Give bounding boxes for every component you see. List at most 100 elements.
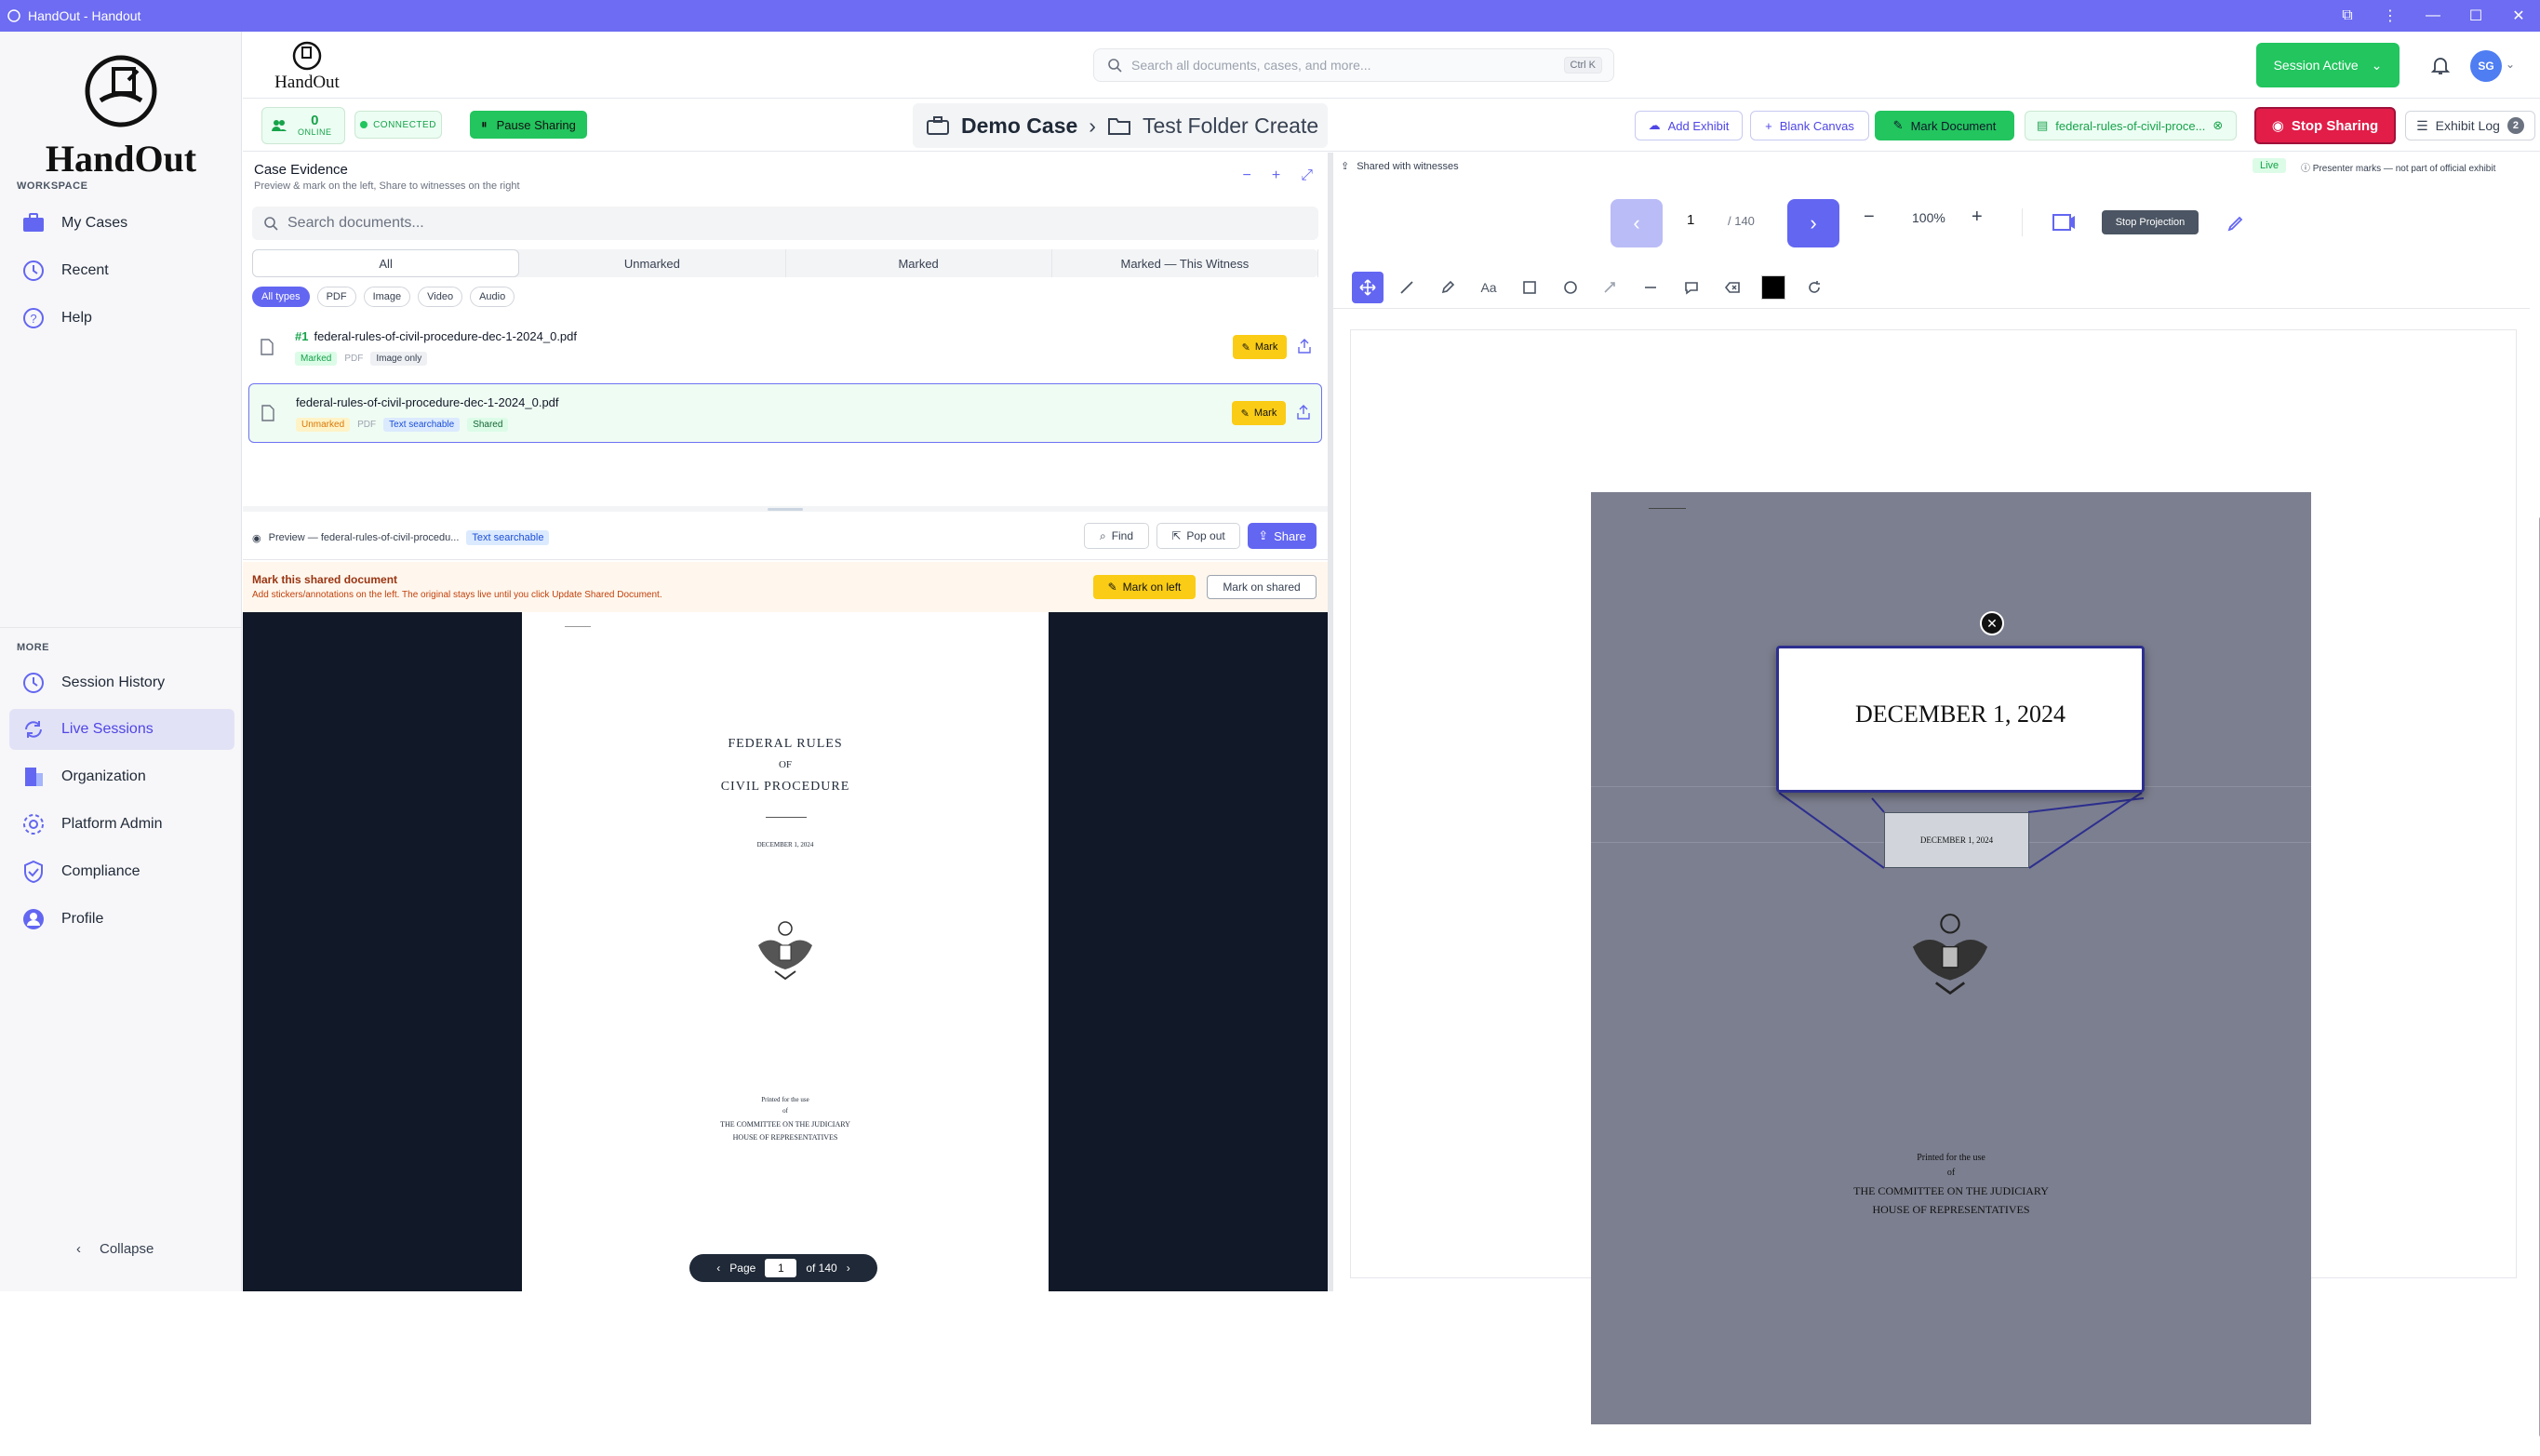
mark-on-left-button[interactable]: ✎ Mark on left (1093, 575, 1196, 599)
minus-icon[interactable]: − (1243, 167, 1251, 184)
mark-button[interactable]: ✎ Mark (1232, 401, 1286, 425)
status-badge: Marked (295, 352, 338, 366)
page-number-input[interactable]: 1 (765, 1259, 797, 1277)
zoom-level: 100% (1912, 210, 1945, 225)
session-active-dropdown[interactable]: Session Active ⌄ (2256, 43, 2400, 87)
expand-icon[interactable]: ⤢ (1301, 167, 1313, 184)
exhibit-chip[interactable]: ▤ federal-rules-of-civil-proce... ⊗ (2025, 111, 2237, 140)
filter-audio[interactable]: Audio (470, 287, 515, 307)
magnified-region[interactable]: DECEMBER 1, 2024 (1884, 812, 2029, 868)
pause-icon: ⏸ (481, 117, 488, 131)
breadcrumb-folder[interactable]: Test Folder Create (1143, 114, 1318, 139)
plus-icon[interactable]: + (1272, 167, 1280, 184)
breadcrumb-case[interactable]: Demo Case (961, 114, 1077, 139)
sidebar-item-profile[interactable]: Profile (9, 899, 234, 940)
chevron-down-icon[interactable]: ⌄ (2506, 58, 2515, 71)
line-tool[interactable] (1635, 272, 1666, 303)
filter-image[interactable]: Image (363, 287, 411, 307)
circle-tool[interactable] (1555, 272, 1586, 303)
close-magnifier-button[interactable]: ✕ (1980, 611, 2004, 635)
minimize-button[interactable]: — (2412, 0, 2454, 32)
sidebar-item-organization[interactable]: Organization (9, 756, 234, 797)
help-circle-icon: ? (23, 308, 44, 328)
sidebar-item-platform-admin[interactable]: Platform Admin (9, 804, 234, 845)
mark-document-label: Mark Document (1910, 118, 1997, 133)
move-icon (1359, 279, 1376, 296)
chevron-left-icon: ‹ (1633, 211, 1640, 234)
more-vertical-icon[interactable]: ⋮ (2369, 0, 2412, 32)
mark-on-shared-button[interactable]: Mark on shared (1207, 575, 1317, 599)
document-search-input[interactable]: Search documents... (252, 207, 1318, 240)
highlighter-tool[interactable] (1432, 272, 1464, 303)
global-search-input[interactable]: Search all documents, cases, and more...… (1093, 48, 1614, 82)
refresh-icon (25, 721, 42, 738)
sidebar-item-label: Profile (61, 911, 104, 927)
rectangle-tool[interactable] (1514, 272, 1545, 303)
file-icon (261, 405, 274, 421)
avatar[interactable]: SG (2470, 50, 2502, 82)
tab-marked[interactable]: Marked (786, 249, 1052, 277)
add-exhibit-button[interactable]: ☁ Add Exhibit (1635, 111, 1743, 140)
pencil-icon[interactable] (2226, 214, 2245, 233)
list-item[interactable]: federal-rules-of-civil-procedure-dec-1-2… (248, 383, 1322, 443)
next-page-button[interactable]: › (1787, 199, 1839, 247)
comment-tool[interactable] (1676, 272, 1707, 303)
drag-grip-icon (768, 508, 803, 511)
document-tags: Unmarked PDF Text searchable Shared (296, 418, 509, 432)
sidebar-item-help[interactable]: ? Help (9, 298, 234, 339)
share-icon[interactable] (1298, 339, 1311, 354)
zoom-out-button[interactable]: − (1864, 207, 1875, 228)
close-button[interactable]: ✕ (2497, 0, 2540, 32)
shared-page-input[interactable]: 1 (1687, 212, 1694, 228)
move-tool[interactable] (1352, 272, 1384, 303)
zoom-in-button[interactable]: + (1972, 207, 1983, 228)
mark-document-button[interactable]: ✎ Mark Document (1875, 111, 2014, 140)
projection-canvas[interactable]: Printed for the use of THE COMMITTEE ON … (1350, 329, 2540, 1437)
stop-sharing-button[interactable]: ◉ Stop Sharing (2254, 107, 2396, 144)
chevron-right-icon[interactable]: › (847, 1262, 850, 1275)
tab-unmarked[interactable]: Unmarked (519, 249, 786, 277)
bell-icon[interactable] (2429, 54, 2452, 76)
arrow-tool[interactable] (1594, 272, 1625, 303)
reset-tool[interactable] (1798, 272, 1830, 303)
text-tool[interactable]: Aa (1473, 272, 1504, 303)
magnifier-callout[interactable]: DECEMBER 1, 2024 (1776, 646, 2145, 793)
pen-tool[interactable] (1391, 272, 1423, 303)
filter-video[interactable]: Video (418, 287, 463, 307)
filter-all-types[interactable]: All types (252, 287, 310, 307)
list-item[interactable]: #1 federal-rules-of-civil-procedure-dec-1… (248, 318, 1322, 378)
eraser-tool[interactable] (1717, 272, 1748, 303)
mark-button[interactable]: ✎ Mark (1233, 335, 1287, 359)
projector-icon[interactable] (2052, 212, 2076, 233)
handout-logo[interactable]: HandOut (37, 52, 205, 182)
share-button[interactable]: ⇪ Share (1248, 523, 1317, 549)
tab-all[interactable]: All (252, 249, 520, 277)
sidebar-item-session-history[interactable]: Session History (9, 662, 234, 703)
share-icon[interactable] (1297, 405, 1310, 420)
stop-projection-button[interactable]: Stop Projection (2102, 210, 2199, 234)
pause-sharing-button[interactable]: ⏸ Pause Sharing (470, 111, 587, 139)
sidebar-item-recent[interactable]: Recent (9, 250, 234, 291)
extension-icon[interactable]: ⧉ (2326, 0, 2369, 32)
tab-marked-this-witness[interactable]: Marked — This Witness (1052, 249, 1318, 277)
color-picker[interactable] (1758, 272, 1789, 303)
chevron-left-icon[interactable]: ‹ (716, 1262, 720, 1275)
sidebar-item-live-sessions[interactable]: Live Sessions (9, 709, 234, 750)
find-button[interactable]: ⌕ Find (1084, 523, 1149, 549)
close-circle-icon[interactable]: ⊗ (2212, 118, 2223, 133)
maximize-button[interactable]: ☐ (2454, 0, 2497, 32)
collapse-button[interactable]: ‹ Collapse (76, 1241, 154, 1257)
gear-icon (23, 814, 44, 835)
document-preview-viewer[interactable]: FEDERAL RULES OF CIVIL PROCEDURE DECEMBE… (243, 612, 1328, 1291)
header-logo[interactable]: HandOut (265, 39, 349, 92)
filter-pdf[interactable]: PDF (316, 287, 356, 307)
exhibit-log-button[interactable]: ☰ Exhibit Log 2 (2405, 111, 2535, 140)
resize-handle[interactable] (243, 506, 1328, 512)
previous-page-button[interactable]: ‹ (1611, 199, 1663, 247)
sidebar-item-label: My Cases (61, 215, 128, 231)
pop-out-button[interactable]: ⇱ Pop out (1156, 523, 1240, 549)
sidebar-item-my-cases[interactable]: My Cases (9, 203, 234, 244)
page-date: DECEMBER 1, 2024 (756, 841, 814, 848)
blank-canvas-button[interactable]: + Blank Canvas (1750, 111, 1869, 140)
sidebar-item-compliance[interactable]: Compliance (9, 851, 234, 892)
